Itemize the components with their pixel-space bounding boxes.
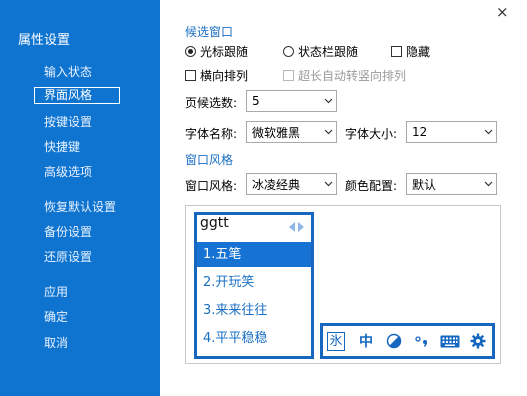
- close-icon[interactable]: ×: [496, 3, 509, 21]
- sidebar-item-key-settings[interactable]: 按键设置: [44, 114, 92, 130]
- window-style-label: 窗口风格:: [185, 179, 238, 193]
- candidate-item[interactable]: 1.五笔: [197, 242, 311, 267]
- page-count-select[interactable]: 5: [246, 90, 337, 112]
- chinese-mode-icon[interactable]: 中: [355, 329, 377, 353]
- sidebar-item-restore-defaults[interactable]: 恢复默认设置: [44, 199, 116, 215]
- punctuation-icon[interactable]: [411, 329, 433, 353]
- checkbox-icon: [283, 70, 294, 81]
- follow-statusbar-label: 状态栏跟随: [298, 45, 359, 59]
- auto-vertical-checkbox: 超长自动转竖向排列: [283, 67, 406, 84]
- font-size-select[interactable]: 12: [406, 121, 497, 143]
- font-name-select[interactable]: 微软雅黑: [246, 121, 337, 143]
- sidebar-item-backup[interactable]: 备份设置: [44, 224, 92, 240]
- font-name-value: 微软雅黑: [252, 125, 301, 140]
- sidebar-item-restore[interactable]: 还原设置: [44, 249, 92, 265]
- font-size-label: 字体大小:: [345, 127, 398, 141]
- auto-vertical-label: 超长自动转竖向排列: [298, 69, 407, 83]
- chevron-down-icon: [480, 181, 496, 187]
- color-config-value: 默认: [412, 177, 437, 192]
- candidate-item[interactable]: 4.平平稳稳: [197, 326, 311, 351]
- sidebar-item-input-state[interactable]: 输入状态: [44, 64, 92, 80]
- sidebar: 属性设置 输入状态 界面风格 按键设置 快捷键 高级选项 恢复默认设置 备份设置…: [0, 0, 160, 396]
- apply-button[interactable]: 应用: [44, 284, 68, 300]
- ice-logo-icon[interactable]: 氷: [325, 329, 347, 353]
- sidebar-item-ui-style[interactable]: 界面风格: [34, 87, 120, 104]
- follow-statusbar-radio[interactable]: 状态栏跟随: [283, 43, 358, 60]
- page-left-icon[interactable]: [289, 221, 296, 235]
- page-arrows: [289, 221, 304, 235]
- font-size-value: 12: [412, 125, 428, 139]
- chevron-down-icon: [480, 129, 496, 135]
- sidebar-item-shortcuts[interactable]: 快捷键: [44, 139, 80, 155]
- font-name-label: 字体名称:: [185, 127, 238, 141]
- settings-icon[interactable]: [467, 329, 489, 353]
- radio-unselected-icon: [283, 46, 294, 57]
- page-count-label: 页候选数:: [185, 96, 238, 110]
- preview-code: ggtt: [200, 215, 229, 231]
- ok-button[interactable]: 确定: [44, 309, 68, 325]
- horizontal-label: 横向排列: [200, 69, 249, 83]
- chevron-down-icon: [320, 98, 336, 104]
- sidebar-title: 属性设置: [18, 33, 71, 48]
- chevron-down-icon: [320, 129, 336, 135]
- color-config-label: 颜色配置:: [345, 179, 398, 193]
- follow-cursor-label: 光标跟随: [200, 45, 249, 59]
- halfwidth-icon[interactable]: [383, 329, 405, 353]
- checkbox-icon: [185, 70, 196, 81]
- hide-label: 隐藏: [406, 45, 431, 59]
- follow-cursor-radio[interactable]: 光标跟随: [185, 43, 248, 60]
- radio-selected-icon: [185, 46, 196, 57]
- checkbox-icon: [391, 46, 402, 57]
- candidate-item[interactable]: 3.来来往往: [197, 298, 311, 323]
- hide-checkbox[interactable]: 隐藏: [391, 43, 430, 60]
- horizontal-checkbox[interactable]: 横向排列: [185, 67, 248, 84]
- window-style-select[interactable]: 冰凌经典: [246, 173, 337, 195]
- color-config-select[interactable]: 默认: [406, 173, 497, 195]
- chevron-down-icon: [320, 181, 336, 187]
- page-right-icon[interactable]: [297, 221, 304, 235]
- window-style-section-title: 窗口风格: [185, 153, 234, 167]
- cancel-button[interactable]: 取消: [44, 335, 68, 351]
- window-style-value: 冰凌经典: [252, 177, 301, 192]
- keyboard-icon[interactable]: [438, 329, 462, 353]
- sidebar-item-advanced[interactable]: 高级选项: [44, 164, 92, 180]
- candidate-item[interactable]: 2.开玩笑: [197, 270, 311, 295]
- page-count-value: 5: [252, 94, 260, 108]
- candidate-window-section-title: 候选窗口: [185, 25, 234, 39]
